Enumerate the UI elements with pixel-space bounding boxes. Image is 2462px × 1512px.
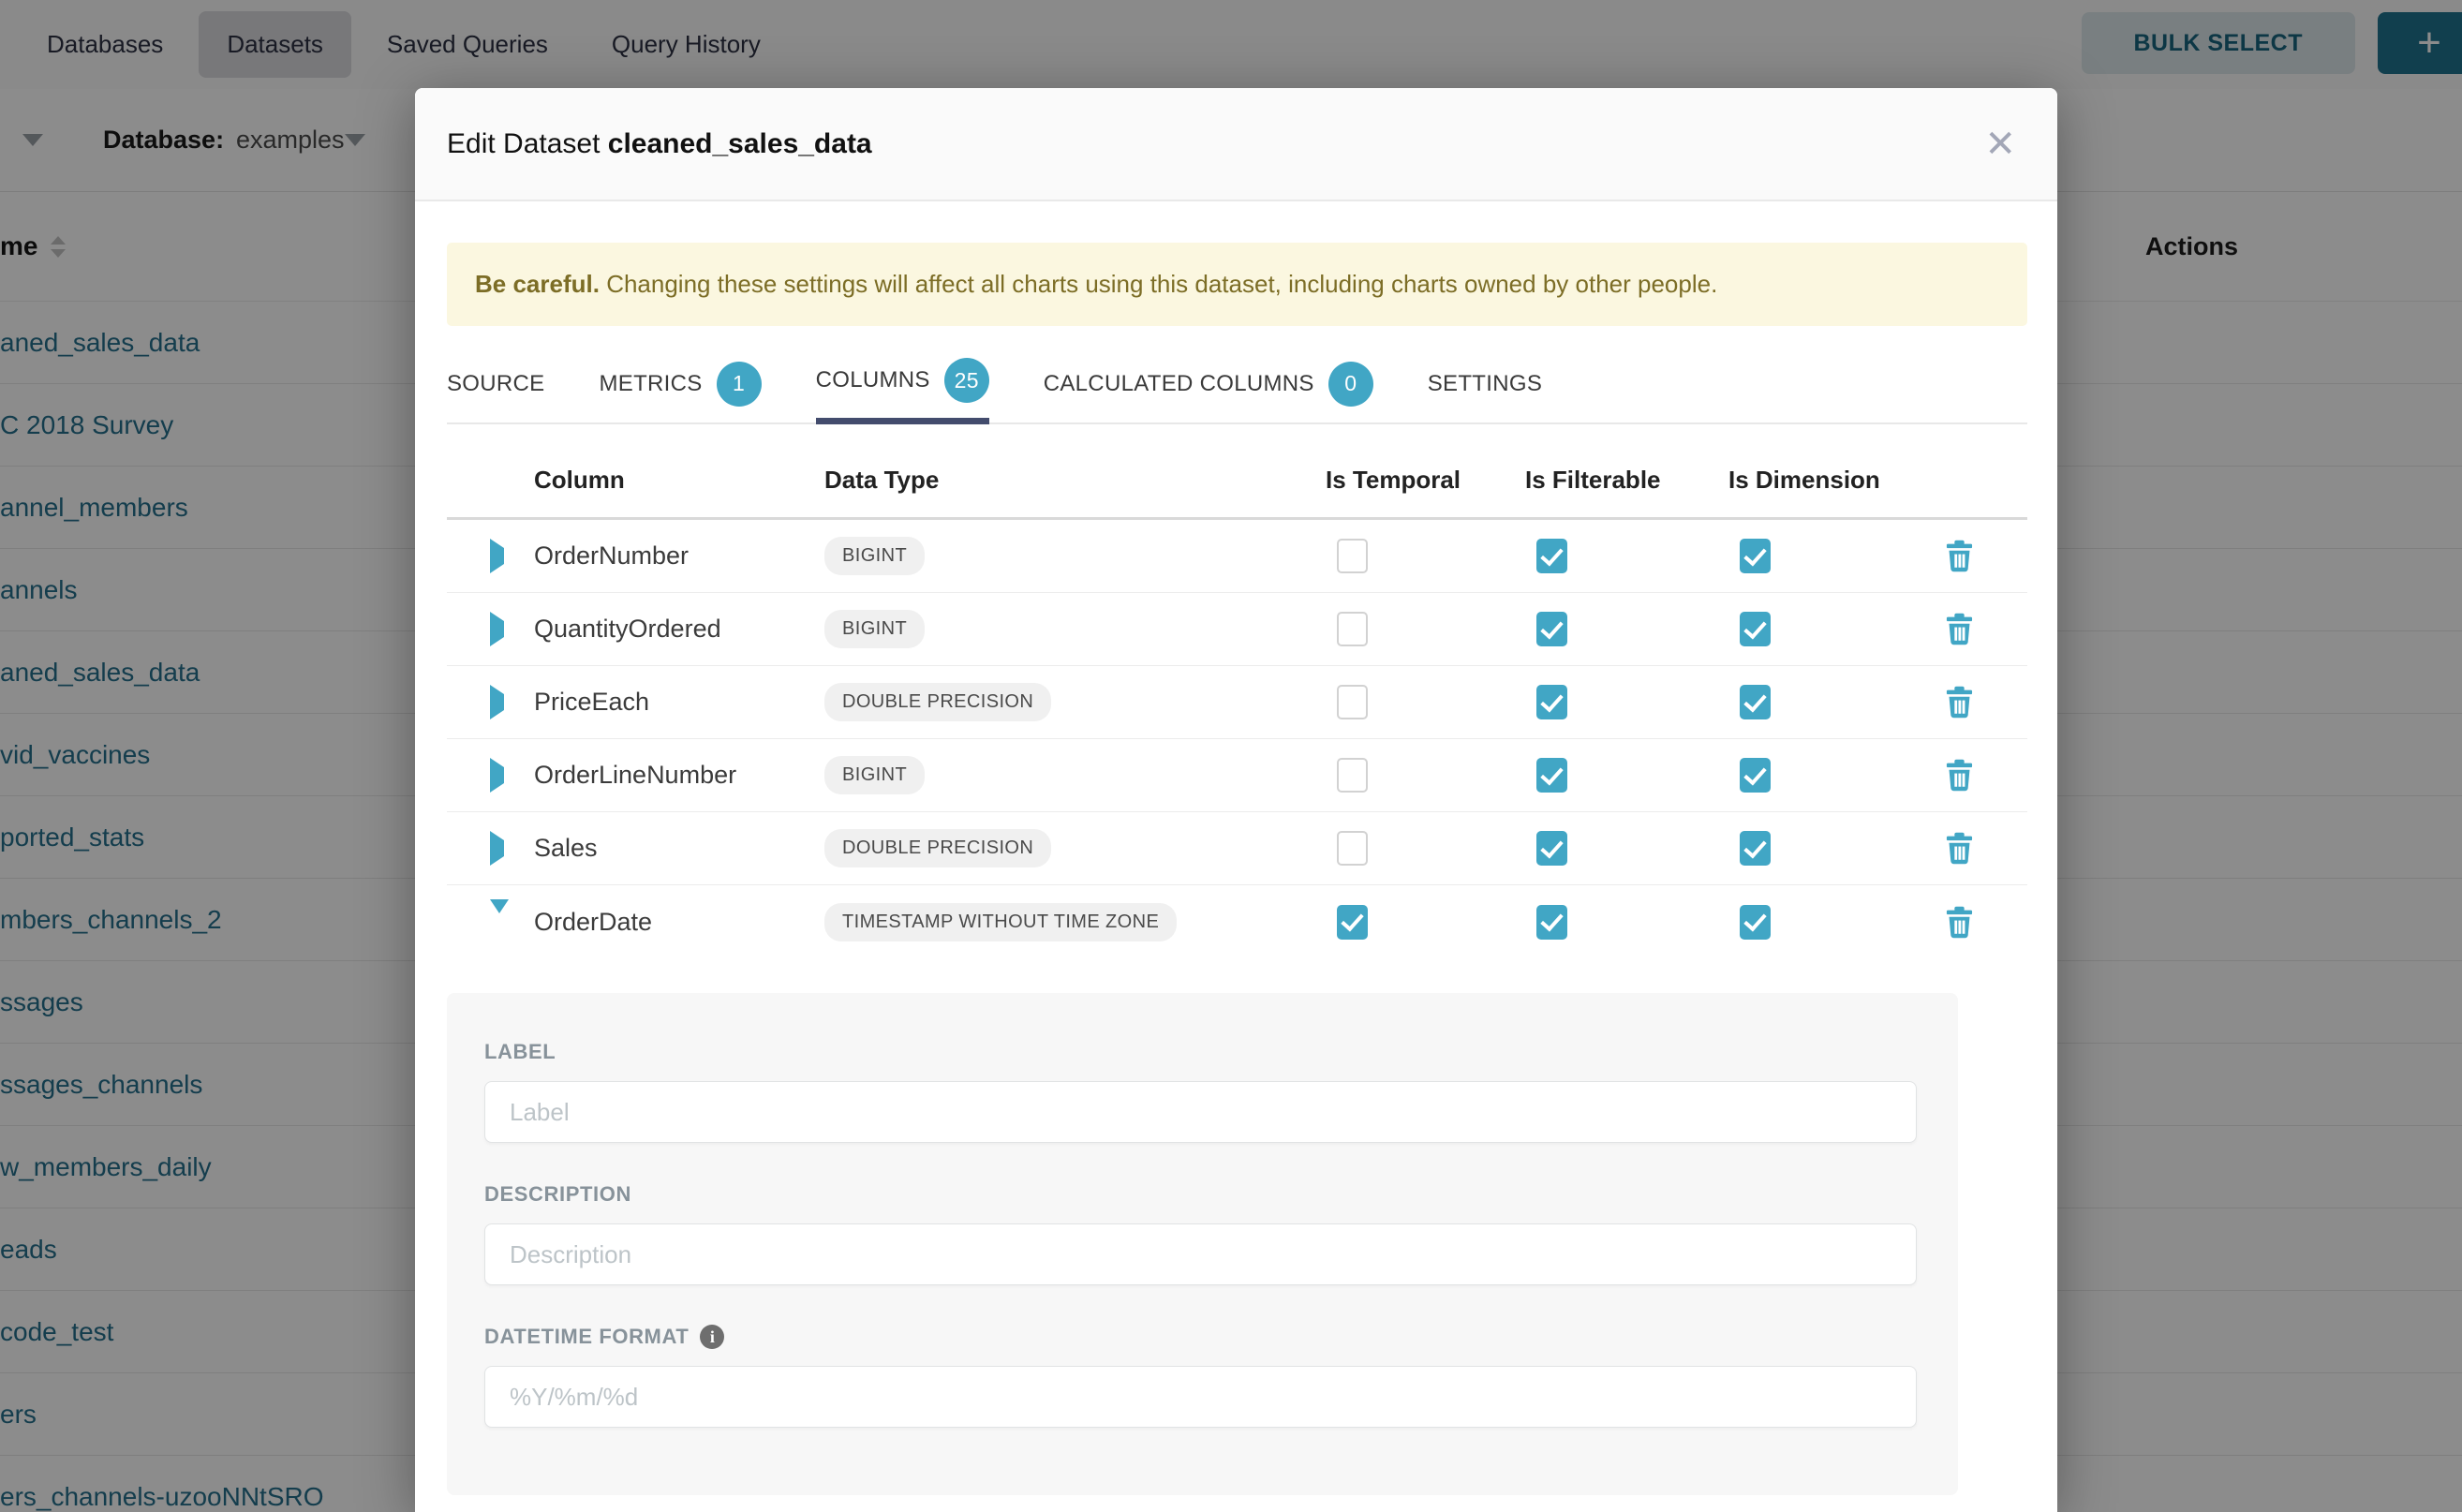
tab-label: COLUMNS (816, 367, 930, 393)
datetime-format-heading: DATETIME FORMAT (484, 1325, 689, 1349)
column-name: QuantityOrdered (534, 615, 824, 644)
is-temporal-checkbox[interactable] (1337, 685, 1368, 719)
data-type-pill: DOUBLE PRECISION (824, 829, 1051, 867)
is-temporal-checkbox[interactable] (1337, 831, 1368, 866)
expander-caret-icon[interactable] (490, 758, 504, 793)
tab-badge: 1 (717, 362, 762, 407)
tab-label: SOURCE (447, 371, 544, 397)
expander-caret-icon[interactable] (490, 539, 504, 573)
label-input[interactable] (484, 1081, 1917, 1143)
expander-caret-icon[interactable] (490, 899, 509, 929)
data-type-pill: DOUBLE PRECISION (824, 683, 1051, 721)
is-filterable-header: Is Filterable (1525, 466, 1728, 495)
label-field-heading: LABEL (484, 1040, 556, 1064)
expander-caret-icon[interactable] (490, 612, 504, 646)
delete-column-icon[interactable] (1945, 540, 1974, 572)
is-dimension-checkbox[interactable] (1740, 685, 1771, 719)
modal-header: Edit Dataset cleaned_sales_data ✕ (415, 88, 2057, 201)
data-type-pill: BIGINT (824, 610, 925, 648)
is-filterable-checkbox[interactable] (1536, 539, 1567, 573)
warning-banner: Be careful. Changing these settings will… (447, 243, 2027, 326)
column-name: OrderDate (534, 908, 824, 937)
modal-tabs: SOURCE METRICS 1 COLUMNS 25 CALCULATED C… (447, 358, 2027, 424)
is-filterable-checkbox[interactable] (1536, 612, 1567, 646)
data-type-header: Data Type (824, 466, 1326, 495)
data-type-pill: TIMESTAMP WITHOUT TIME ZONE (824, 903, 1177, 941)
delete-column-icon[interactable] (1945, 759, 1974, 792)
delete-column-icon[interactable] (1945, 613, 1974, 645)
warning-text: Changing these settings will affect all … (606, 270, 1717, 298)
delete-column-icon[interactable] (1945, 832, 1974, 865)
is-dimension-checkbox[interactable] (1740, 905, 1771, 940)
edit-dataset-modal: Edit Dataset cleaned_sales_data ✕ Be car… (415, 88, 2057, 1512)
is-dimension-checkbox[interactable] (1740, 539, 1771, 573)
is-dimension-checkbox[interactable] (1740, 612, 1771, 646)
is-temporal-checkbox[interactable] (1337, 612, 1368, 646)
delete-column-icon[interactable] (1945, 906, 1974, 939)
tab-badge: 0 (1328, 362, 1373, 407)
tab-label: METRICS (599, 371, 702, 397)
column-row: OrderDate TIMESTAMP WITHOUT TIME ZONE (447, 885, 2027, 958)
column-header: Column (534, 466, 824, 495)
datetime-format-field-group: DATETIME FORMAT (484, 1325, 1917, 1428)
column-name: OrderNumber (534, 541, 824, 571)
datetime-format-input[interactable] (484, 1366, 1917, 1428)
is-dimension-checkbox[interactable] (1740, 758, 1771, 793)
is-temporal-header: Is Temporal (1326, 466, 1525, 495)
description-input[interactable] (484, 1223, 1917, 1285)
description-field-heading: DESCRIPTION (484, 1182, 631, 1207)
expander-caret-icon[interactable] (490, 685, 504, 719)
modal-dataset-name: cleaned_sales_data (608, 128, 872, 159)
modal-title-prefix: Edit Dataset (447, 128, 600, 159)
label-field-group: LABEL (484, 1040, 1917, 1143)
column-name: PriceEach (534, 688, 824, 717)
column-row: PriceEach DOUBLE PRECISION (447, 666, 2027, 739)
screen: DatabasesDatasetsSaved QueriesQuery Hist… (0, 0, 2462, 1512)
is-filterable-checkbox[interactable] (1536, 758, 1567, 793)
tab-badge: 25 (944, 358, 989, 403)
tab-metrics[interactable]: METRICS 1 (599, 358, 761, 424)
column-name: OrderLineNumber (534, 761, 824, 790)
tab-columns[interactable]: COLUMNS 25 (816, 358, 989, 424)
tab-calculated-columns[interactable]: CALCULATED COLUMNS 0 (1044, 358, 1373, 424)
tab-settings[interactable]: SETTINGS (1428, 358, 1542, 424)
description-field-group: DESCRIPTION (484, 1182, 1917, 1285)
tab-source[interactable]: SOURCE (447, 358, 544, 424)
is-filterable-checkbox[interactable] (1536, 831, 1567, 866)
modal-title: Edit Dataset cleaned_sales_data (447, 128, 872, 160)
data-type-pill: BIGINT (824, 756, 925, 794)
columns-table-rows: OrderNumber BIGINT QuantityOrdered BIGIN… (447, 520, 2027, 958)
column-row: QuantityOrdered BIGINT (447, 593, 2027, 666)
expander-caret-icon[interactable] (490, 831, 504, 866)
column-row: Sales DOUBLE PRECISION (447, 812, 2027, 885)
is-temporal-checkbox[interactable] (1337, 758, 1368, 793)
column-detail-panel: LABEL DESCRIPTION DATETIME FORMAT (447, 993, 1958, 1495)
info-icon[interactable] (700, 1325, 724, 1349)
tab-label: CALCULATED COLUMNS (1044, 371, 1314, 397)
column-row: OrderLineNumber BIGINT (447, 739, 2027, 812)
is-temporal-checkbox[interactable] (1337, 539, 1368, 573)
is-temporal-checkbox[interactable] (1337, 905, 1368, 940)
delete-column-icon[interactable] (1945, 686, 1974, 719)
warning-bold-text: Be careful. (475, 270, 600, 298)
columns-table-header: Column Data Type Is Temporal Is Filterab… (447, 452, 2027, 520)
close-icon[interactable]: ✕ (1977, 122, 2024, 167)
is-dimension-header: Is Dimension (1728, 466, 1925, 495)
column-name: Sales (534, 834, 824, 863)
is-filterable-checkbox[interactable] (1536, 905, 1567, 940)
is-dimension-checkbox[interactable] (1740, 831, 1771, 866)
columns-table: Column Data Type Is Temporal Is Filterab… (447, 452, 2027, 958)
data-type-pill: BIGINT (824, 537, 925, 575)
is-filterable-checkbox[interactable] (1536, 685, 1567, 719)
column-row: OrderNumber BIGINT (447, 520, 2027, 593)
modal-body: Be careful. Changing these settings will… (415, 201, 2057, 1495)
tab-label: SETTINGS (1428, 371, 1542, 397)
